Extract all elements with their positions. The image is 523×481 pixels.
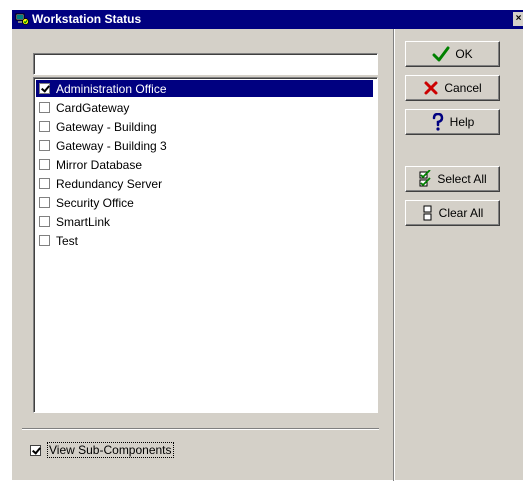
list-item[interactable]: Gateway - Building 3 — [36, 137, 373, 154]
list-item-label: Security Office — [56, 195, 134, 210]
checkbox-checked[interactable] — [30, 444, 41, 456]
list-item-label: Gateway - Building — [56, 119, 157, 134]
checkbox[interactable] — [39, 140, 50, 151]
list-item[interactable]: Redundancy Server — [36, 175, 373, 192]
workstation-status-dialog: Workstation Status × Administration Offi… — [11, 9, 523, 481]
workstation-app-icon — [15, 12, 29, 26]
list-item-label: Redundancy Server — [56, 176, 163, 191]
checkbox[interactable] — [39, 197, 50, 208]
list-item[interactable]: SmartLink — [36, 213, 373, 230]
select-all-icon — [418, 170, 432, 188]
clear-all-icon — [422, 204, 434, 222]
workstation-list[interactable]: Administration Office CardGateway Gateway … — [33, 77, 378, 413]
select-all-button[interactable]: Select All — [405, 166, 500, 192]
ok-button[interactable]: OK — [405, 41, 500, 67]
list-item-label: Gateway - Building 3 — [56, 138, 167, 153]
view-sub-components-label: View Sub-Components — [47, 442, 174, 458]
checkbox-checked[interactable] — [39, 83, 50, 94]
clear-all-label: Clear All — [438, 206, 484, 220]
list-item-label: Administration Office — [56, 81, 167, 96]
clear-all-button[interactable]: Clear All — [405, 200, 500, 226]
list-item[interactable]: Test — [36, 232, 373, 249]
select-all-label: Select All — [437, 172, 487, 186]
list-item[interactable]: Administration Office — [36, 80, 373, 97]
ok-label: OK — [455, 47, 473, 61]
checkbox[interactable] — [39, 235, 50, 246]
help-button[interactable]: Help — [405, 109, 500, 135]
list-item-label: CardGateway — [56, 100, 130, 115]
title-bar: Workstation Status × — [12, 10, 523, 29]
search-input[interactable] — [33, 53, 378, 75]
window-title: Workstation Status — [32, 12, 142, 26]
cancel-label: Cancel — [444, 81, 482, 95]
close-button[interactable]: × — [513, 12, 523, 26]
checkbox[interactable] — [39, 178, 50, 189]
view-sub-components-checkbox[interactable]: View Sub-Components — [30, 442, 174, 458]
list-item-label: Test — [56, 233, 79, 248]
separator — [22, 428, 379, 430]
x-icon — [423, 80, 439, 96]
list-item[interactable]: CardGateway — [36, 99, 373, 116]
checkbox[interactable] — [39, 216, 50, 227]
checkbox[interactable] — [39, 102, 50, 113]
cancel-button[interactable]: Cancel — [405, 75, 500, 101]
checkbox[interactable] — [39, 121, 50, 132]
question-mark-icon — [431, 113, 445, 131]
list-item[interactable]: Mirror Database — [36, 156, 373, 173]
checkmark-icon — [432, 46, 450, 62]
vertical-divider — [393, 29, 395, 481]
list-item-label: SmartLink — [56, 214, 111, 229]
list-item[interactable]: Gateway - Building — [36, 118, 373, 135]
checkbox[interactable] — [39, 159, 50, 170]
list-item-label: Mirror Database — [56, 157, 143, 172]
help-label: Help — [449, 115, 475, 129]
list-item[interactable]: Security Office — [36, 194, 373, 211]
